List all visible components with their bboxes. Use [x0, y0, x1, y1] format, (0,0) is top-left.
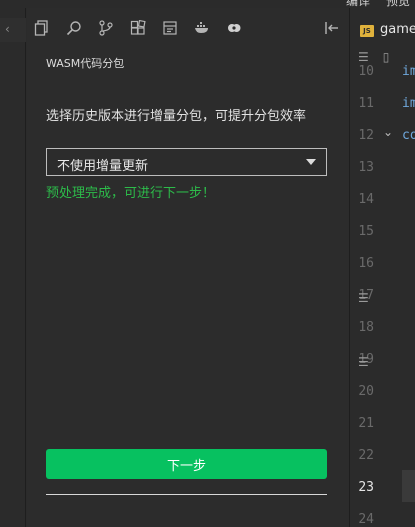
panel-description: 选择历史版本进行增量分包，可提升分包效率	[46, 109, 307, 124]
file-tab-name: game.	[380, 22, 415, 37]
list-icon[interactable]: ☰	[358, 291, 369, 305]
next-step-button[interactable]: 下一步	[46, 449, 327, 479]
search-icon[interactable]	[65, 19, 83, 37]
line-number: 21	[358, 416, 374, 431]
chevron-left-icon[interactable]: ‹	[5, 22, 10, 36]
line-number: 22	[358, 448, 374, 463]
line-number: 13	[358, 160, 374, 175]
wasm-split-panel: WASM代码分包 选择历史版本进行增量分包，可提升分包效率 不使用增量更新 预处…	[27, 8, 349, 527]
chevron-down-icon	[306, 159, 316, 165]
select-value: 不使用增量更新	[57, 159, 149, 174]
line-number: 10	[358, 64, 374, 79]
line-number: 18	[358, 320, 374, 335]
code-text[interactable]: im	[402, 64, 415, 79]
list-icon[interactable]: ☰	[358, 50, 369, 64]
source-control-icon[interactable]	[97, 19, 115, 37]
divider	[46, 494, 327, 495]
extensions-icon[interactable]	[129, 19, 147, 37]
bookmark-icon[interactable]: ▯	[383, 50, 390, 64]
cloud-icon[interactable]	[225, 19, 243, 37]
line-number: 23	[358, 480, 374, 495]
panel-title: WASM代码分包	[46, 57, 125, 70]
line-number: 16	[358, 256, 374, 271]
line-number: 24	[358, 512, 374, 527]
js-file-icon: JS	[360, 25, 374, 37]
line-number: 12	[358, 128, 374, 143]
line-number: 15	[358, 224, 374, 239]
file-tab[interactable]: JS game.	[350, 16, 415, 46]
list-icon[interactable]: ☰	[358, 355, 369, 369]
code-text[interactable]: im	[402, 96, 415, 111]
left-editor-strip: ‹	[0, 8, 26, 527]
files-icon[interactable]	[33, 19, 51, 37]
line-number: 20	[358, 384, 374, 399]
collapse-panel-icon[interactable]	[323, 19, 341, 37]
menu-bar: 编译 预览	[0, 0, 415, 8]
panel-toolbar	[27, 8, 349, 50]
status-message: 预处理完成，可进行下一步！	[46, 186, 216, 201]
current-line-highlight	[402, 470, 415, 502]
menu-item-preview[interactable]: 预览	[386, 0, 410, 8]
debug-icon[interactable]	[161, 19, 179, 37]
increment-version-select[interactable]: 不使用增量更新	[46, 148, 327, 176]
menu-item-compile[interactable]: 编译	[346, 0, 370, 8]
code-editor: JS game. ☰ ▯ 10im11im12co131415161718192…	[349, 8, 415, 527]
docker-icon[interactable]	[193, 19, 211, 37]
left-tab[interactable]	[0, 18, 26, 42]
line-number: 11	[358, 96, 374, 111]
code-text[interactable]: co	[402, 128, 415, 143]
line-number: 14	[358, 192, 374, 207]
fold-chevron-icon[interactable]: ⌄	[383, 125, 393, 139]
